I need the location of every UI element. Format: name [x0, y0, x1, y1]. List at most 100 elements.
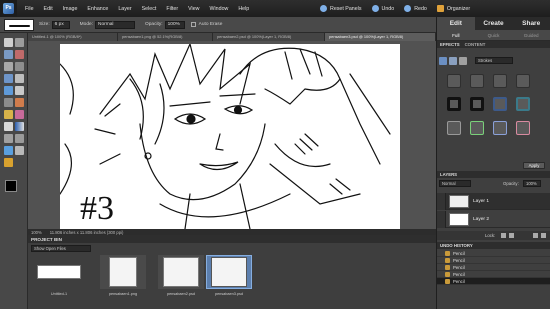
lock-all-icon[interactable]: [509, 233, 514, 238]
menu-file[interactable]: File: [20, 6, 39, 12]
stroke-swatch[interactable]: [493, 97, 507, 111]
tab-content[interactable]: CONTENT: [465, 42, 486, 47]
mode-select[interactable]: Normal: [95, 20, 136, 29]
brush-preset-picker[interactable]: [4, 18, 34, 31]
stroke-swatch[interactable]: [516, 97, 530, 111]
bin-item-pensabaen1[interactable]: pensabaen1.png: [100, 255, 146, 296]
tab-effects[interactable]: EFFECTS: [440, 42, 460, 47]
delete-layer-icon[interactable]: [541, 233, 546, 238]
sponge-tool-icon[interactable]: [4, 146, 13, 155]
layer-row[interactable]: Layer 2: [437, 210, 550, 228]
hand-tool-icon[interactable]: [4, 50, 13, 59]
pencil-tool-icon[interactable]: [4, 110, 13, 119]
menu-layer[interactable]: Layer: [113, 6, 136, 12]
clone-stamp-tool-icon[interactable]: [4, 98, 13, 107]
stroke-swatch[interactable]: [447, 97, 461, 111]
history-item[interactable]: Pencil: [437, 250, 550, 257]
doc-tab-pensabaen2[interactable]: pensabaen2.psd @ 100%(Layer 1, RGB/8): [213, 33, 325, 41]
filters-icon[interactable]: [439, 57, 447, 65]
show-files-select[interactable]: Show Open Files: [31, 245, 91, 252]
history-item[interactable]: Pencil: [437, 264, 550, 271]
stroke-swatch[interactable]: [516, 121, 530, 135]
zoom-readout[interactable]: 100%: [31, 230, 42, 235]
menu-filter[interactable]: Filter: [161, 6, 183, 12]
visibility-eye-icon[interactable]: [437, 192, 446, 210]
history-item-current[interactable]: Pencil: [437, 278, 550, 285]
stroke-swatch[interactable]: [493, 121, 507, 135]
selection-brush-tool-icon[interactable]: [15, 74, 24, 83]
stroke-swatch[interactable]: [516, 74, 530, 88]
visibility-eye-icon[interactable]: [437, 210, 446, 228]
layer-row[interactable]: Layer 1: [437, 192, 550, 210]
mode-tabs: Edit Create Share: [437, 17, 550, 30]
menu-image[interactable]: Image: [58, 6, 83, 12]
bin-item-pensabaen2[interactable]: pensabaen2.psd: [158, 255, 204, 296]
doc-tab-pensabaen1[interactable]: pensabaen1.png @ 52.1%(RGB/8): [118, 33, 213, 41]
apply-button[interactable]: Apply: [523, 162, 545, 169]
doc-tab-pensabaen3[interactable]: pensabaen3.psd @ 100%(Layer 1, RGB/8): [325, 33, 436, 41]
shape-tool-icon[interactable]: [4, 134, 13, 143]
spot-healing-tool-icon[interactable]: [15, 86, 24, 95]
move-tool-icon[interactable]: [4, 38, 13, 47]
edit-subtabs: Full Quick Guided: [437, 30, 550, 41]
redo-button[interactable]: Redo: [404, 5, 427, 12]
bin-item-untitled[interactable]: Untitled-1: [36, 255, 82, 296]
magic-wand-tool-icon[interactable]: [4, 74, 13, 83]
undo-button[interactable]: Undo: [371, 5, 394, 12]
menu-enhance[interactable]: Enhance: [82, 6, 113, 12]
tab-full[interactable]: Full: [437, 30, 475, 40]
menu-help[interactable]: Help: [233, 6, 254, 12]
menu-edit[interactable]: Edit: [39, 6, 58, 12]
menu-window[interactable]: Window: [205, 6, 234, 12]
document-canvas[interactable]: #3: [60, 44, 400, 229]
opacity-input[interactable]: 100%: [164, 20, 185, 29]
marquee-tool-icon[interactable]: [4, 62, 13, 71]
stroke-swatch[interactable]: [470, 74, 484, 88]
stroke-swatch[interactable]: [493, 74, 507, 88]
lock-transparent-icon[interactable]: [501, 233, 506, 238]
new-layer-icon[interactable]: [533, 233, 538, 238]
tab-guided[interactable]: Guided: [512, 30, 550, 40]
stroke-swatch[interactable]: [470, 121, 484, 135]
doc-tab-untitled[interactable]: Untitled-1 @ 100% (RGB/8*): [28, 33, 118, 41]
stroke-swatch[interactable]: [470, 97, 484, 111]
menu-view[interactable]: View: [183, 6, 204, 12]
zoom-tool-icon[interactable]: [15, 38, 24, 47]
custom-shape-tool-icon[interactable]: [4, 158, 13, 167]
red-eye-tool-icon[interactable]: [4, 86, 13, 95]
photo-effects-icon[interactable]: [459, 57, 467, 65]
effects-category-select[interactable]: Strokes: [475, 57, 513, 64]
history-item[interactable]: Pencil: [437, 271, 550, 278]
layer-thumbnail: [449, 194, 469, 208]
reset-panels-button[interactable]: Reset Panels: [320, 5, 362, 12]
layers-toolbar: Lock:: [437, 231, 550, 240]
paint-bucket-tool-icon[interactable]: [4, 122, 13, 131]
size-input[interactable]: 6 px: [51, 20, 70, 29]
bin-item-pensabaen3[interactable]: pensabaen3.psd: [206, 255, 252, 296]
stroke-swatch[interactable]: [447, 121, 461, 135]
blur-tool-icon[interactable]: [15, 134, 24, 143]
pencil-icon: [445, 264, 450, 270]
layer-styles-icon[interactable]: [449, 57, 457, 65]
tab-edit[interactable]: Edit: [437, 17, 475, 30]
layers-opacity-input[interactable]: 100%: [523, 180, 541, 187]
tab-quick[interactable]: Quick: [475, 30, 513, 40]
foreground-color-swatch[interactable]: [5, 180, 17, 192]
smudge-tool-icon[interactable]: [15, 146, 24, 155]
brush-tool-icon[interactable]: [15, 110, 24, 119]
history-item[interactable]: Pencil: [437, 257, 550, 264]
organizer-button[interactable]: Organizer: [436, 5, 470, 12]
tab-share[interactable]: Share: [512, 17, 550, 30]
pencil-icon: [445, 271, 450, 277]
blend-mode-select[interactable]: Normal: [439, 180, 471, 187]
stroke-swatch[interactable]: [447, 74, 461, 88]
menu-select[interactable]: Select: [137, 6, 162, 12]
tab-create[interactable]: Create: [475, 17, 513, 30]
eyedropper-tool-icon[interactable]: [15, 50, 24, 59]
size-label: Size:: [39, 22, 50, 27]
auto-erase-checkbox[interactable]: [190, 22, 196, 27]
gradient-tool-icon[interactable]: [15, 122, 24, 131]
lasso-tool-icon[interactable]: [15, 62, 24, 71]
eraser-tool-icon[interactable]: [15, 98, 24, 107]
layer-thumbnail: [449, 212, 469, 226]
